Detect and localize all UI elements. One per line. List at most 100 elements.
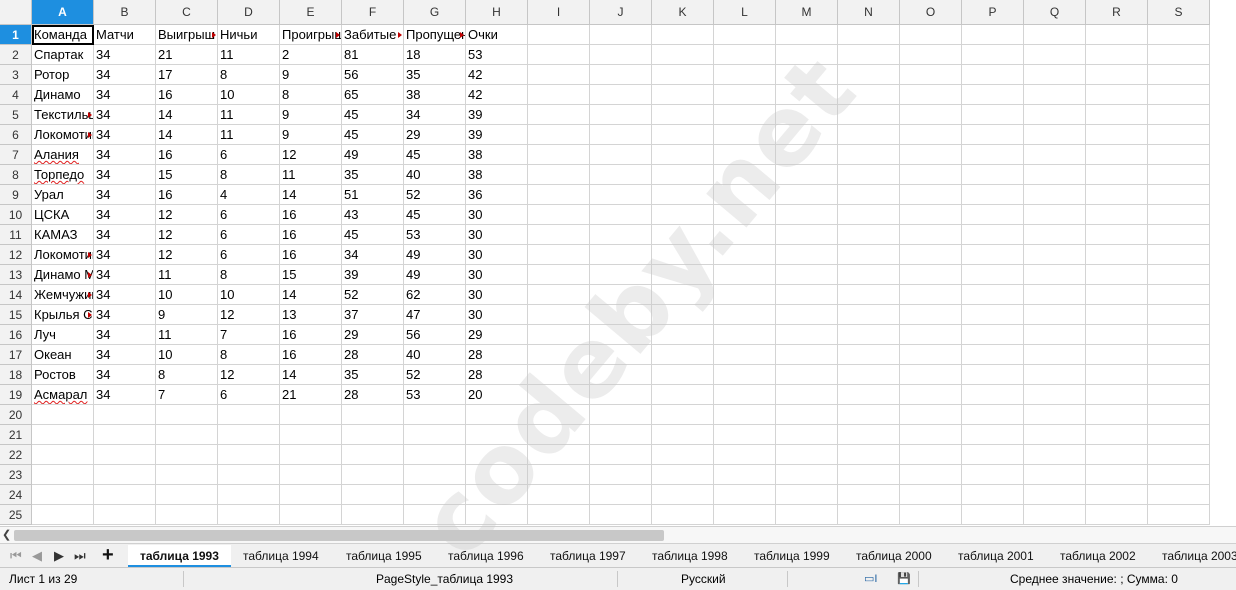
cell-a7[interactable]: Алания: [32, 145, 94, 165]
cell-m15[interactable]: [776, 305, 838, 325]
cell-q15[interactable]: [1024, 305, 1086, 325]
column-header-q[interactable]: Q: [1024, 0, 1086, 25]
cell-l10[interactable]: [714, 205, 776, 225]
cell-m3[interactable]: [776, 65, 838, 85]
cell-c19[interactable]: 7: [156, 385, 218, 405]
cell-s15[interactable]: [1148, 305, 1210, 325]
cell-a17[interactable]: Океан: [32, 345, 94, 365]
cell-e22[interactable]: [280, 445, 342, 465]
cell-j14[interactable]: [590, 285, 652, 305]
sheet-tab-4[interactable]: таблица 1996: [448, 547, 524, 565]
cell-r4[interactable]: [1086, 85, 1148, 105]
cell-k4[interactable]: [652, 85, 714, 105]
cell-f17[interactable]: 28: [342, 345, 404, 365]
cell-k22[interactable]: [652, 445, 714, 465]
cell-q12[interactable]: [1024, 245, 1086, 265]
first-sheet-icon[interactable]: ⏮: [10, 547, 22, 565]
cell-j1[interactable]: [590, 25, 652, 45]
cell-j11[interactable]: [590, 225, 652, 245]
cell-a24[interactable]: [32, 485, 94, 505]
cell-h18[interactable]: 28: [466, 365, 528, 385]
cell-n9[interactable]: [838, 185, 900, 205]
row-header-5[interactable]: 5: [0, 105, 32, 125]
cell-i10[interactable]: [528, 205, 590, 225]
cell-i22[interactable]: [528, 445, 590, 465]
cell-r12[interactable]: [1086, 245, 1148, 265]
cell-k19[interactable]: [652, 385, 714, 405]
cell-g8[interactable]: 40: [404, 165, 466, 185]
cell-s10[interactable]: [1148, 205, 1210, 225]
cell-q17[interactable]: [1024, 345, 1086, 365]
cell-e3[interactable]: 9: [280, 65, 342, 85]
cell-i16[interactable]: [528, 325, 590, 345]
cell-a6[interactable]: Локомотив: [32, 125, 94, 145]
cell-j2[interactable]: [590, 45, 652, 65]
cell-g12[interactable]: 49: [404, 245, 466, 265]
cell-c15[interactable]: 9: [156, 305, 218, 325]
cell-c12[interactable]: 12: [156, 245, 218, 265]
cell-i24[interactable]: [528, 485, 590, 505]
cell-p9[interactable]: [962, 185, 1024, 205]
cell-e18[interactable]: 14: [280, 365, 342, 385]
cell-k24[interactable]: [652, 485, 714, 505]
cell-d3[interactable]: 8: [218, 65, 280, 85]
row-header-4[interactable]: 4: [0, 85, 32, 105]
cell-m8[interactable]: [776, 165, 838, 185]
cell-p4[interactable]: [962, 85, 1024, 105]
cell-n22[interactable]: [838, 445, 900, 465]
cell-i25[interactable]: [528, 505, 590, 525]
cell-q6[interactable]: [1024, 125, 1086, 145]
row-header-6[interactable]: 6: [0, 125, 32, 145]
column-header-s[interactable]: S: [1148, 0, 1210, 25]
cell-e2[interactable]: 2: [280, 45, 342, 65]
row-header-16[interactable]: 16: [0, 325, 32, 345]
cell-e24[interactable]: [280, 485, 342, 505]
cell-n5[interactable]: [838, 105, 900, 125]
cell-r2[interactable]: [1086, 45, 1148, 65]
cell-g23[interactable]: [404, 465, 466, 485]
cell-b18[interactable]: 34: [94, 365, 156, 385]
cell-i15[interactable]: [528, 305, 590, 325]
selection-mode-icon[interactable]: ▭I: [864, 572, 877, 585]
cell-q9[interactable]: [1024, 185, 1086, 205]
cell-m7[interactable]: [776, 145, 838, 165]
cell-p11[interactable]: [962, 225, 1024, 245]
cell-j13[interactable]: [590, 265, 652, 285]
cell-f10[interactable]: 43: [342, 205, 404, 225]
cell-a10[interactable]: ЦСКА: [32, 205, 94, 225]
cell-h20[interactable]: [466, 405, 528, 425]
cell-i12[interactable]: [528, 245, 590, 265]
cell-k16[interactable]: [652, 325, 714, 345]
cell-s3[interactable]: [1148, 65, 1210, 85]
cell-i14[interactable]: [528, 285, 590, 305]
cell-f25[interactable]: [342, 505, 404, 525]
cell-n23[interactable]: [838, 465, 900, 485]
cell-m22[interactable]: [776, 445, 838, 465]
cell-g15[interactable]: 47: [404, 305, 466, 325]
cell-g24[interactable]: [404, 485, 466, 505]
cell-a3[interactable]: Ротор: [32, 65, 94, 85]
cell-m5[interactable]: [776, 105, 838, 125]
cell-o5[interactable]: [900, 105, 962, 125]
cell-k6[interactable]: [652, 125, 714, 145]
cell-r21[interactable]: [1086, 425, 1148, 445]
cell-b24[interactable]: [94, 485, 156, 505]
cell-n21[interactable]: [838, 425, 900, 445]
column-header-d[interactable]: D: [218, 0, 280, 25]
cell-b7[interactable]: 34: [94, 145, 156, 165]
cell-a19[interactable]: Асмарал: [32, 385, 94, 405]
cell-g19[interactable]: 53: [404, 385, 466, 405]
cell-b17[interactable]: 34: [94, 345, 156, 365]
cell-l11[interactable]: [714, 225, 776, 245]
cell-p12[interactable]: [962, 245, 1024, 265]
sheet-tab-3[interactable]: таблица 1995: [346, 547, 422, 565]
cell-o22[interactable]: [900, 445, 962, 465]
cell-b2[interactable]: 34: [94, 45, 156, 65]
cell-s9[interactable]: [1148, 185, 1210, 205]
cell-p15[interactable]: [962, 305, 1024, 325]
cell-a25[interactable]: [32, 505, 94, 525]
cell-p21[interactable]: [962, 425, 1024, 445]
cell-c23[interactable]: [156, 465, 218, 485]
cell-g17[interactable]: 40: [404, 345, 466, 365]
cell-j3[interactable]: [590, 65, 652, 85]
